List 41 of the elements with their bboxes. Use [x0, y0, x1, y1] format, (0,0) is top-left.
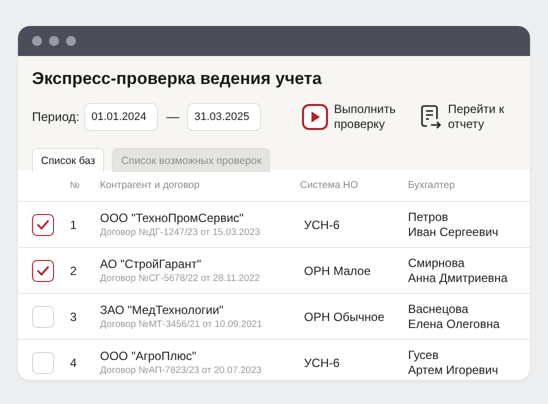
- tax-system: ОРН Малое: [303, 262, 372, 280]
- accountant-name: Гусев Артем Игоревич: [408, 348, 498, 378]
- column-header: Контрагент и договор: [100, 179, 201, 193]
- page-title: Экспресс-проверка ведения учета: [32, 68, 323, 90]
- accountant-name: Петров Иван Сергеевич: [408, 210, 498, 240]
- company-name: ЗАО "МедТехнологии": [100, 302, 224, 318]
- window-control-dot[interactable]: [66, 36, 76, 46]
- row-number: 2: [70, 262, 78, 280]
- contract-text: Договор №ДГ-1247/23 от 15.03.2023: [100, 226, 262, 238]
- contract-text: Договор №СГ-5678/22 от 28.11.2022: [100, 272, 261, 284]
- column-header: Система НО: [300, 179, 360, 193]
- date-separator: —: [166, 108, 180, 126]
- tax-system: ОРН Обычное: [303, 308, 386, 326]
- tax-system: УСН-6: [303, 216, 341, 234]
- window-control-dot[interactable]: [49, 36, 59, 46]
- contract-text: Договор №МТ-3456/21 от 10.09.2021: [100, 318, 264, 330]
- checkmark-icon: [36, 265, 50, 276]
- period-label: Период:: [32, 108, 80, 126]
- run-check-button[interactable]: Выполнить проверку: [302, 102, 404, 132]
- row-number: 3: [70, 308, 78, 326]
- accountant-name: Смирнова Анна Дмитриевна: [408, 256, 508, 286]
- play-icon: [302, 104, 328, 130]
- contract-text: Договор №АП-7823/23 от 20.07.2023: [100, 364, 263, 376]
- company-name: ООО "АгроПлюс": [100, 348, 198, 364]
- column-header: №: [70, 178, 81, 192]
- row-number: 4: [70, 354, 78, 372]
- row-number: 1: [70, 216, 78, 234]
- checkbox[interactable]: [32, 260, 54, 282]
- tax-system: УСН-6: [303, 354, 341, 372]
- checkmark-icon: [36, 219, 50, 230]
- date-from-field[interactable]: 01.01.2024: [84, 103, 158, 131]
- window-control-dot[interactable]: [32, 36, 42, 46]
- report-button[interactable]: Перейти к отчету: [420, 102, 506, 132]
- accountant-name: Васнецова Елена Олеговна: [408, 302, 500, 332]
- date-to-field[interactable]: 31.03.2025: [187, 103, 262, 131]
- company-name: АО "СтройГарант": [100, 256, 202, 272]
- checkbox[interactable]: [32, 214, 54, 236]
- column-header: Бухгалтер: [408, 179, 455, 193]
- document-arrow-icon: [420, 104, 442, 130]
- company-name: ООО "ТехноПромСервис": [100, 210, 245, 226]
- tab[interactable]: Список баз: [32, 148, 104, 172]
